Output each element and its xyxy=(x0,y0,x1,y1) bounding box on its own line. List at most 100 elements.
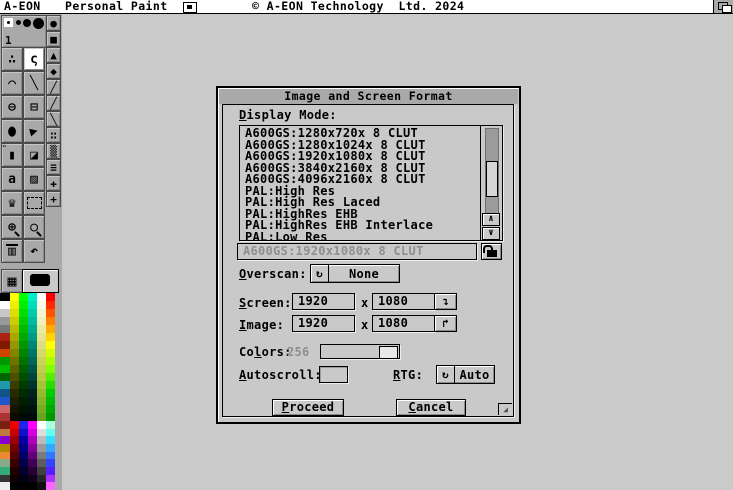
palette-color[interactable] xyxy=(46,482,55,490)
ellipse-tool[interactable]: ⊖ xyxy=(1,95,23,119)
fill-tool[interactable]: ◪ xyxy=(23,143,45,167)
palette-color[interactable] xyxy=(28,301,37,309)
brush-size-2[interactable] xyxy=(16,20,21,25)
palette-color[interactable] xyxy=(10,381,19,389)
text-tool[interactable]: a xyxy=(1,167,23,191)
palette-color[interactable] xyxy=(19,381,28,389)
palette-color[interactable] xyxy=(37,421,46,429)
palette-color[interactable] xyxy=(37,317,46,325)
palette-color[interactable] xyxy=(19,341,28,349)
palette-color[interactable] xyxy=(37,482,46,490)
select-tool[interactable] xyxy=(23,191,45,215)
pattern-selector[interactable]: ▦ xyxy=(1,269,23,293)
airbrush-tool[interactable]: ▮ xyxy=(1,143,23,167)
zoom-in-tool[interactable]: ⊕ xyxy=(1,215,23,239)
screen-width-field[interactable]: 1920 xyxy=(292,293,355,310)
palette-color[interactable] xyxy=(46,365,55,373)
palette-color[interactable] xyxy=(10,293,19,301)
palette-color[interactable] xyxy=(46,293,55,301)
palette-color[interactable] xyxy=(28,397,37,405)
palette-color[interactable] xyxy=(46,459,55,467)
palette-color[interactable] xyxy=(0,357,10,365)
palette-color[interactable] xyxy=(10,325,19,333)
palette-color[interactable] xyxy=(10,482,19,490)
scrollbar-thumb[interactable] xyxy=(486,161,498,197)
palette-color[interactable] xyxy=(46,301,55,309)
palette-color[interactable] xyxy=(46,421,55,429)
current-color-box[interactable] xyxy=(22,269,59,293)
brush-slash[interactable]: ╱ xyxy=(46,95,61,111)
palette-color[interactable] xyxy=(10,365,19,373)
palette-color[interactable] xyxy=(0,341,10,349)
palette-color[interactable] xyxy=(28,309,37,317)
brush-cross[interactable]: ✚ xyxy=(46,175,61,191)
palette-color[interactable] xyxy=(37,444,46,452)
palette-color[interactable] xyxy=(28,381,37,389)
colors-slider-knob[interactable] xyxy=(379,346,398,359)
palette-color[interactable] xyxy=(10,341,19,349)
palette-color[interactable] xyxy=(19,293,28,301)
palette-color[interactable] xyxy=(28,444,37,452)
gradient-tool[interactable]: ▨ xyxy=(23,167,45,191)
palette-color[interactable] xyxy=(37,357,46,365)
scroll-down-button[interactable]: ∨ xyxy=(482,227,500,240)
rtg-cycle[interactable]: ↻ Auto xyxy=(436,365,495,384)
palette-color[interactable] xyxy=(0,452,10,460)
palette-color[interactable] xyxy=(37,467,46,475)
undo-tool[interactable]: ↶ xyxy=(23,239,45,263)
palette-color[interactable] xyxy=(46,413,55,421)
palette-color[interactable] xyxy=(19,373,28,381)
palette-color[interactable] xyxy=(10,301,19,309)
palette-color[interactable] xyxy=(19,459,28,467)
palette-color[interactable] xyxy=(0,429,10,437)
palette-color[interactable] xyxy=(10,429,19,437)
box-tool[interactable]: ⊟ xyxy=(23,95,45,119)
palette-color[interactable] xyxy=(10,349,19,357)
palette-color[interactable] xyxy=(19,317,28,325)
brush-triangle[interactable]: ▲ xyxy=(46,47,61,63)
palette-color[interactable] xyxy=(46,389,55,397)
palette-color[interactable] xyxy=(37,341,46,349)
screen-height-field[interactable]: 1080 xyxy=(372,293,435,310)
palette-color[interactable] xyxy=(0,381,10,389)
palette-color[interactable] xyxy=(0,467,10,475)
brush-dot[interactable]: ● xyxy=(46,15,61,31)
palette-color[interactable] xyxy=(0,405,10,413)
palette-color[interactable] xyxy=(46,436,55,444)
palette-color[interactable] xyxy=(0,413,10,421)
palette-color[interactable] xyxy=(28,365,37,373)
copy-screen-to-image-button[interactable]: ↴ xyxy=(434,293,457,310)
palette-color[interactable] xyxy=(28,482,37,490)
palette-color[interactable] xyxy=(28,373,37,381)
palette-color[interactable] xyxy=(0,373,10,381)
palette-color[interactable] xyxy=(10,459,19,467)
palette-color[interactable] xyxy=(37,373,46,381)
palette-color[interactable] xyxy=(37,413,46,421)
palette-color[interactable] xyxy=(19,309,28,317)
brush-diamond[interactable]: ◆ xyxy=(46,63,61,79)
palette-color[interactable] xyxy=(19,365,28,373)
palette-color[interactable] xyxy=(37,333,46,341)
palette-color[interactable] xyxy=(10,357,19,365)
palette-color[interactable] xyxy=(19,397,28,405)
copy-image-to-screen-button[interactable]: ↱ xyxy=(434,315,457,332)
brush-slash-thin[interactable]: ╱ xyxy=(46,79,61,95)
palette-color[interactable] xyxy=(10,333,19,341)
palette-color[interactable] xyxy=(19,421,28,429)
palette-color[interactable] xyxy=(46,357,55,365)
palette-color[interactable] xyxy=(10,389,19,397)
palette-color[interactable] xyxy=(19,301,28,309)
palette-color[interactable] xyxy=(28,459,37,467)
palette-color[interactable] xyxy=(28,357,37,365)
brush-square[interactable]: ■ xyxy=(46,31,61,47)
scroll-up-button[interactable]: ∧ xyxy=(482,213,500,226)
palette-color[interactable] xyxy=(28,349,37,357)
brush-backslash[interactable]: ╲ xyxy=(46,111,61,127)
palette-color[interactable] xyxy=(37,397,46,405)
brush-plus[interactable]: + xyxy=(46,191,61,207)
palette-color[interactable] xyxy=(28,467,37,475)
palette-color[interactable] xyxy=(46,475,55,483)
brush-dots-dense[interactable]: ▒ xyxy=(46,143,61,159)
palette-color[interactable] xyxy=(19,333,28,341)
brush-lines[interactable]: ≡ xyxy=(46,159,61,175)
